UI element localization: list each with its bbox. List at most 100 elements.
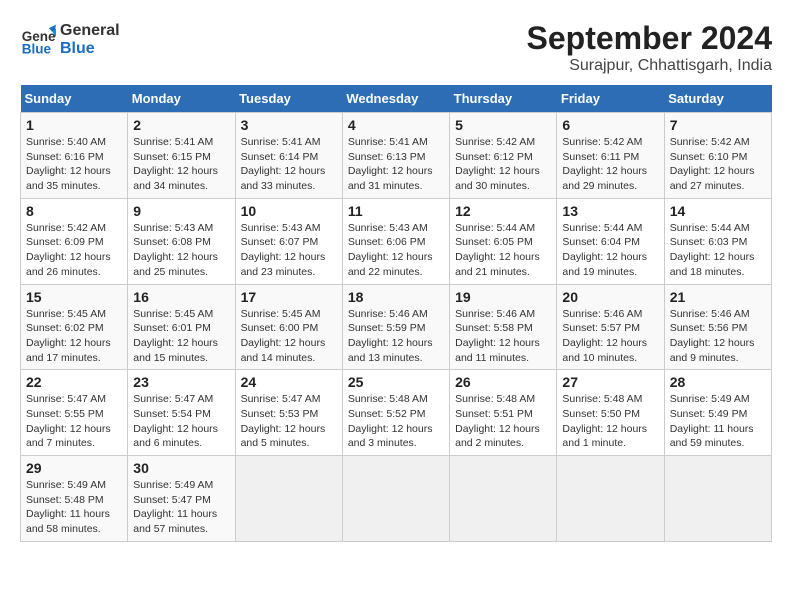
calendar-cell: 7 Sunrise: 5:42 AM Sunset: 6:10 PM Daylig… [664, 113, 771, 199]
day-info: Sunrise: 5:41 AM Sunset: 6:14 PM Dayligh… [241, 135, 337, 194]
calendar-cell: 15Sunrise: 5:45 AM Sunset: 6:02 PM Dayli… [21, 284, 128, 370]
day-number: 1 [26, 117, 122, 133]
day-number: 23 [133, 374, 229, 390]
calendar-cell: 20 Sunrise: 5:46 AM Sunset: 5:57 PM Dayli… [557, 284, 664, 370]
calendar-cell: 29 Sunrise: 5:49 AM Sunset: 5:48 PM Dayli… [21, 456, 128, 542]
day-info: Sunrise: 5:45 AM Sunset: 6:02 PM Dayligh… [26, 307, 122, 366]
day-number: 10 [241, 203, 337, 219]
day-info: Sunrise: 5:42 AM Sunset: 6:12 PM Dayligh… [455, 135, 551, 194]
logo-icon: General Blue [20, 21, 56, 57]
day-info: Sunrise: 5:41 AM Sunset: 6:13 PM Dayligh… [348, 135, 444, 194]
day-number: 7 [670, 117, 766, 133]
calendar-body: 1Sunrise: 5:40 AM Sunset: 6:16 PM Daylig… [21, 113, 772, 542]
calendar-cell: 28 Sunrise: 5:49 AM Sunset: 5:49 PM Dayli… [664, 370, 771, 456]
calendar-week-0: 1Sunrise: 5:40 AM Sunset: 6:16 PM Daylig… [21, 113, 772, 199]
day-number: 28 [670, 374, 766, 390]
day-info: Sunrise: 5:49 AM Sunset: 5:47 PM Dayligh… [133, 478, 229, 537]
calendar-cell: 14 Sunrise: 5:44 AM Sunset: 6:03 PM Dayli… [664, 198, 771, 284]
calendar-cell: 24Sunrise: 5:47 AM Sunset: 5:53 PM Dayli… [235, 370, 342, 456]
day-info: Sunrise: 5:42 AM Sunset: 6:10 PM Dayligh… [670, 135, 766, 194]
day-info: Sunrise: 5:49 AM Sunset: 5:49 PM Dayligh… [670, 392, 766, 451]
day-number: 8 [26, 203, 122, 219]
weekday-header-row: SundayMondayTuesdayWednesdayThursdayFrid… [21, 85, 772, 113]
day-info: Sunrise: 5:48 AM Sunset: 5:51 PM Dayligh… [455, 392, 551, 451]
day-number: 19 [455, 289, 551, 305]
page-header: General Blue General Blue September 2024… [20, 20, 772, 75]
calendar-cell: 10 Sunrise: 5:43 AM Sunset: 6:07 PM Dayli… [235, 198, 342, 284]
day-info: Sunrise: 5:42 AM Sunset: 6:11 PM Dayligh… [562, 135, 658, 194]
day-number: 20 [562, 289, 658, 305]
calendar-week-2: 15Sunrise: 5:45 AM Sunset: 6:02 PM Dayli… [21, 284, 772, 370]
calendar-cell: 1Sunrise: 5:40 AM Sunset: 6:16 PM Daylig… [21, 113, 128, 199]
calendar-cell: 2Sunrise: 5:41 AM Sunset: 6:15 PM Daylig… [128, 113, 235, 199]
day-number: 5 [455, 117, 551, 133]
calendar-cell: 12 Sunrise: 5:44 AM Sunset: 6:05 PM Dayli… [450, 198, 557, 284]
calendar-cell [450, 456, 557, 542]
title-block: September 2024 Surajpur, Chhattisgarh, I… [527, 20, 772, 75]
day-info: Sunrise: 5:43 AM Sunset: 6:07 PM Dayligh… [241, 221, 337, 280]
svg-text:Blue: Blue [22, 41, 52, 56]
weekday-wednesday: Wednesday [342, 85, 449, 113]
location-subtitle: Surajpur, Chhattisgarh, India [527, 57, 772, 75]
month-title: September 2024 [527, 20, 772, 57]
calendar-cell: 3 Sunrise: 5:41 AM Sunset: 6:14 PM Daylig… [235, 113, 342, 199]
day-info: Sunrise: 5:46 AM Sunset: 5:58 PM Dayligh… [455, 307, 551, 366]
day-number: 6 [562, 117, 658, 133]
day-number: 16 [133, 289, 229, 305]
calendar-week-3: 22Sunrise: 5:47 AM Sunset: 5:55 PM Dayli… [21, 370, 772, 456]
day-info: Sunrise: 5:42 AM Sunset: 6:09 PM Dayligh… [26, 221, 122, 280]
day-info: Sunrise: 5:47 AM Sunset: 5:54 PM Dayligh… [133, 392, 229, 451]
calendar-cell: 21 Sunrise: 5:46 AM Sunset: 5:56 PM Dayli… [664, 284, 771, 370]
day-number: 3 [241, 117, 337, 133]
day-number: 21 [670, 289, 766, 305]
day-number: 9 [133, 203, 229, 219]
day-info: Sunrise: 5:45 AM Sunset: 6:00 PM Dayligh… [241, 307, 337, 366]
calendar-cell: 30 Sunrise: 5:49 AM Sunset: 5:47 PM Dayli… [128, 456, 235, 542]
calendar-cell [235, 456, 342, 542]
calendar-cell: 22Sunrise: 5:47 AM Sunset: 5:55 PM Dayli… [21, 370, 128, 456]
calendar-cell: 17Sunrise: 5:45 AM Sunset: 6:00 PM Dayli… [235, 284, 342, 370]
calendar-cell: 9 Sunrise: 5:43 AM Sunset: 6:08 PM Daylig… [128, 198, 235, 284]
day-info: Sunrise: 5:44 AM Sunset: 6:04 PM Dayligh… [562, 221, 658, 280]
day-info: Sunrise: 5:48 AM Sunset: 5:50 PM Dayligh… [562, 392, 658, 451]
calendar-cell: 6 Sunrise: 5:42 AM Sunset: 6:11 PM Daylig… [557, 113, 664, 199]
calendar-cell [342, 456, 449, 542]
day-number: 13 [562, 203, 658, 219]
day-number: 14 [670, 203, 766, 219]
day-info: Sunrise: 5:48 AM Sunset: 5:52 PM Dayligh… [348, 392, 444, 451]
day-number: 4 [348, 117, 444, 133]
day-number: 30 [133, 460, 229, 476]
day-info: Sunrise: 5:47 AM Sunset: 5:55 PM Dayligh… [26, 392, 122, 451]
calendar-cell: 4 Sunrise: 5:41 AM Sunset: 6:13 PM Daylig… [342, 113, 449, 199]
calendar-cell: 23 Sunrise: 5:47 AM Sunset: 5:54 PM Dayli… [128, 370, 235, 456]
calendar-cell: 27Sunrise: 5:48 AM Sunset: 5:50 PM Dayli… [557, 370, 664, 456]
day-number: 25 [348, 374, 444, 390]
day-info: Sunrise: 5:45 AM Sunset: 6:01 PM Dayligh… [133, 307, 229, 366]
day-info: Sunrise: 5:46 AM Sunset: 5:59 PM Dayligh… [348, 307, 444, 366]
day-number: 24 [241, 374, 337, 390]
calendar-week-4: 29 Sunrise: 5:49 AM Sunset: 5:48 PM Dayli… [21, 456, 772, 542]
day-number: 11 [348, 203, 444, 219]
day-info: Sunrise: 5:49 AM Sunset: 5:48 PM Dayligh… [26, 478, 122, 537]
calendar-cell: 16 Sunrise: 5:45 AM Sunset: 6:01 PM Dayli… [128, 284, 235, 370]
calendar-cell: 5 Sunrise: 5:42 AM Sunset: 6:12 PM Daylig… [450, 113, 557, 199]
day-info: Sunrise: 5:46 AM Sunset: 5:57 PM Dayligh… [562, 307, 658, 366]
calendar-week-1: 8 Sunrise: 5:42 AM Sunset: 6:09 PM Daylig… [21, 198, 772, 284]
day-info: Sunrise: 5:43 AM Sunset: 6:08 PM Dayligh… [133, 221, 229, 280]
day-info: Sunrise: 5:46 AM Sunset: 5:56 PM Dayligh… [670, 307, 766, 366]
calendar-cell: 13 Sunrise: 5:44 AM Sunset: 6:04 PM Dayli… [557, 198, 664, 284]
day-info: Sunrise: 5:43 AM Sunset: 6:06 PM Dayligh… [348, 221, 444, 280]
logo: General Blue General Blue [20, 20, 120, 57]
calendar-cell: 19 Sunrise: 5:46 AM Sunset: 5:58 PM Dayli… [450, 284, 557, 370]
calendar-table: SundayMondayTuesdayWednesdayThursdayFrid… [20, 85, 772, 542]
calendar-cell: 11 Sunrise: 5:43 AM Sunset: 6:06 PM Dayli… [342, 198, 449, 284]
day-info: Sunrise: 5:41 AM Sunset: 6:15 PM Dayligh… [133, 135, 229, 194]
weekday-friday: Friday [557, 85, 664, 113]
weekday-sunday: Sunday [21, 85, 128, 113]
day-info: Sunrise: 5:44 AM Sunset: 6:03 PM Dayligh… [670, 221, 766, 280]
calendar-cell: 18 Sunrise: 5:46 AM Sunset: 5:59 PM Dayli… [342, 284, 449, 370]
day-number: 12 [455, 203, 551, 219]
day-number: 18 [348, 289, 444, 305]
day-info: Sunrise: 5:44 AM Sunset: 6:05 PM Dayligh… [455, 221, 551, 280]
day-number: 29 [26, 460, 122, 476]
